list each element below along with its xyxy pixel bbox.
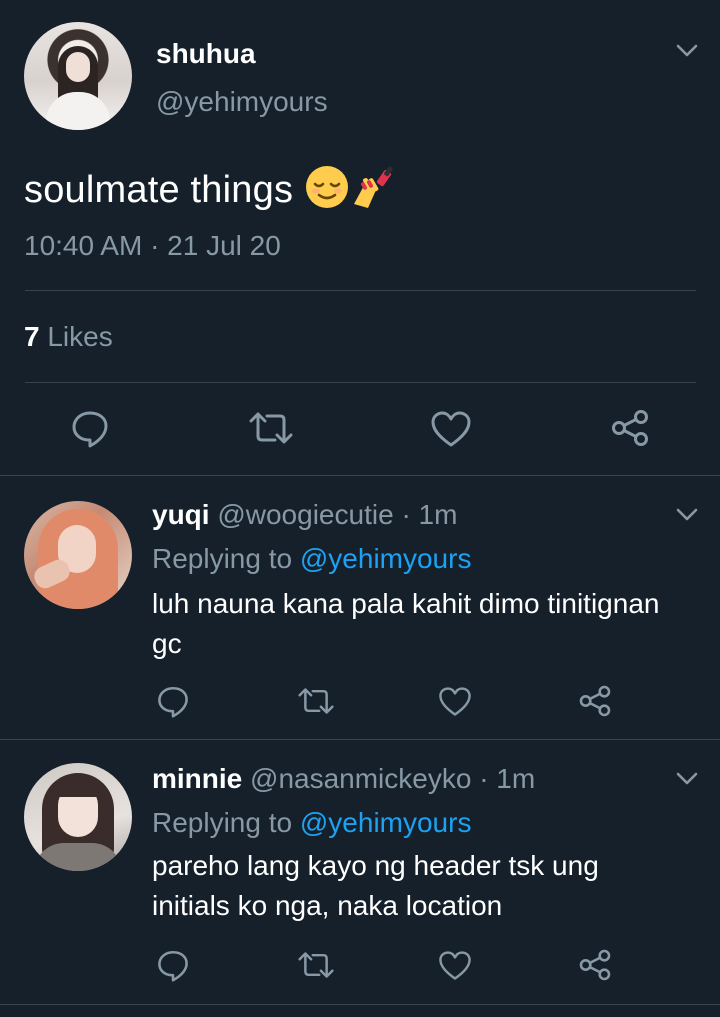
retweet-icon[interactable] xyxy=(298,686,334,716)
likes-count: 7 xyxy=(24,321,40,352)
chevron-down-icon[interactable] xyxy=(676,772,698,786)
reply-header: yuqi @woogiecutie · 1m xyxy=(152,494,457,536)
nail-polish-emoji xyxy=(350,164,400,220)
likes-count-link[interactable]: 7 Likes xyxy=(24,321,113,353)
share-icon[interactable] xyxy=(578,948,612,982)
reply-text-line: pareho lang kayo ng header tsk ung xyxy=(152,850,599,881)
avatar-face xyxy=(66,52,90,82)
reply-time: · 1m xyxy=(401,499,458,530)
chevron-down-icon[interactable] xyxy=(676,508,698,522)
heart-icon[interactable] xyxy=(438,686,472,717)
share-icon[interactable] xyxy=(610,408,650,448)
divider xyxy=(25,382,696,383)
reply-icon[interactable] xyxy=(156,684,190,718)
likes-label: Likes xyxy=(47,321,113,352)
avatar-shuhua[interactable] xyxy=(24,22,132,130)
reply-text-line: initials ko nga, naka location xyxy=(152,890,503,921)
share-icon[interactable] xyxy=(578,684,612,718)
reply-time: · 1m xyxy=(479,763,536,794)
reply-handle[interactable]: @woogiecutie xyxy=(217,499,393,530)
reply-text: luh nauna kana pala kahit dimo tinitigna… xyxy=(152,584,659,664)
heart-icon[interactable] xyxy=(438,950,472,981)
replying-to-link[interactable]: @yehimyours xyxy=(300,807,472,838)
retweet-icon[interactable] xyxy=(298,950,334,980)
replying-to-prefix: Replying to xyxy=(152,807,293,838)
avatar-minnie[interactable] xyxy=(24,763,132,871)
reply-text: pareho lang kayo ng header tsk ung initi… xyxy=(152,846,599,926)
divider xyxy=(0,1004,720,1005)
replying-to: Replying to @yehimyours xyxy=(152,538,471,580)
main-handle[interactable]: @yehimyours xyxy=(156,86,328,118)
reply-handle[interactable]: @nasanmickeyko xyxy=(250,763,471,794)
replying-to: Replying to @yehimyours xyxy=(152,802,471,844)
main-tweet-text: soulmate things xyxy=(24,164,400,220)
main-timestamp[interactable]: 10:40 AM · 21 Jul 20 xyxy=(24,230,281,262)
retweet-icon[interactable] xyxy=(249,410,293,446)
reply-text-line: luh nauna kana pala kahit dimo tinitigna… xyxy=(152,588,660,619)
avatar-bangs xyxy=(54,779,102,797)
reply-display-name[interactable]: minnie xyxy=(152,763,242,794)
avatar-yuqi[interactable] xyxy=(24,501,132,609)
main-display-name[interactable]: shuhua xyxy=(156,38,256,70)
divider xyxy=(0,739,720,740)
replying-to-prefix: Replying to xyxy=(152,543,293,574)
reply-icon[interactable] xyxy=(70,408,110,448)
reply-icon[interactable] xyxy=(156,948,190,982)
divider xyxy=(0,475,720,476)
avatar-body xyxy=(46,92,110,130)
replying-to-link[interactable]: @yehimyours xyxy=(300,543,472,574)
heart-icon[interactable] xyxy=(430,410,472,448)
reply-text-line: gc xyxy=(152,628,182,659)
relieved-face-emoji xyxy=(304,164,350,220)
reply-header: minnie @nasanmickeyko · 1m xyxy=(152,758,535,800)
divider xyxy=(25,290,696,291)
reply-display-name[interactable]: yuqi xyxy=(152,499,210,530)
avatar-coat xyxy=(34,843,122,871)
chevron-down-icon[interactable] xyxy=(676,44,698,58)
tweet-text: soulmate things xyxy=(24,169,294,212)
